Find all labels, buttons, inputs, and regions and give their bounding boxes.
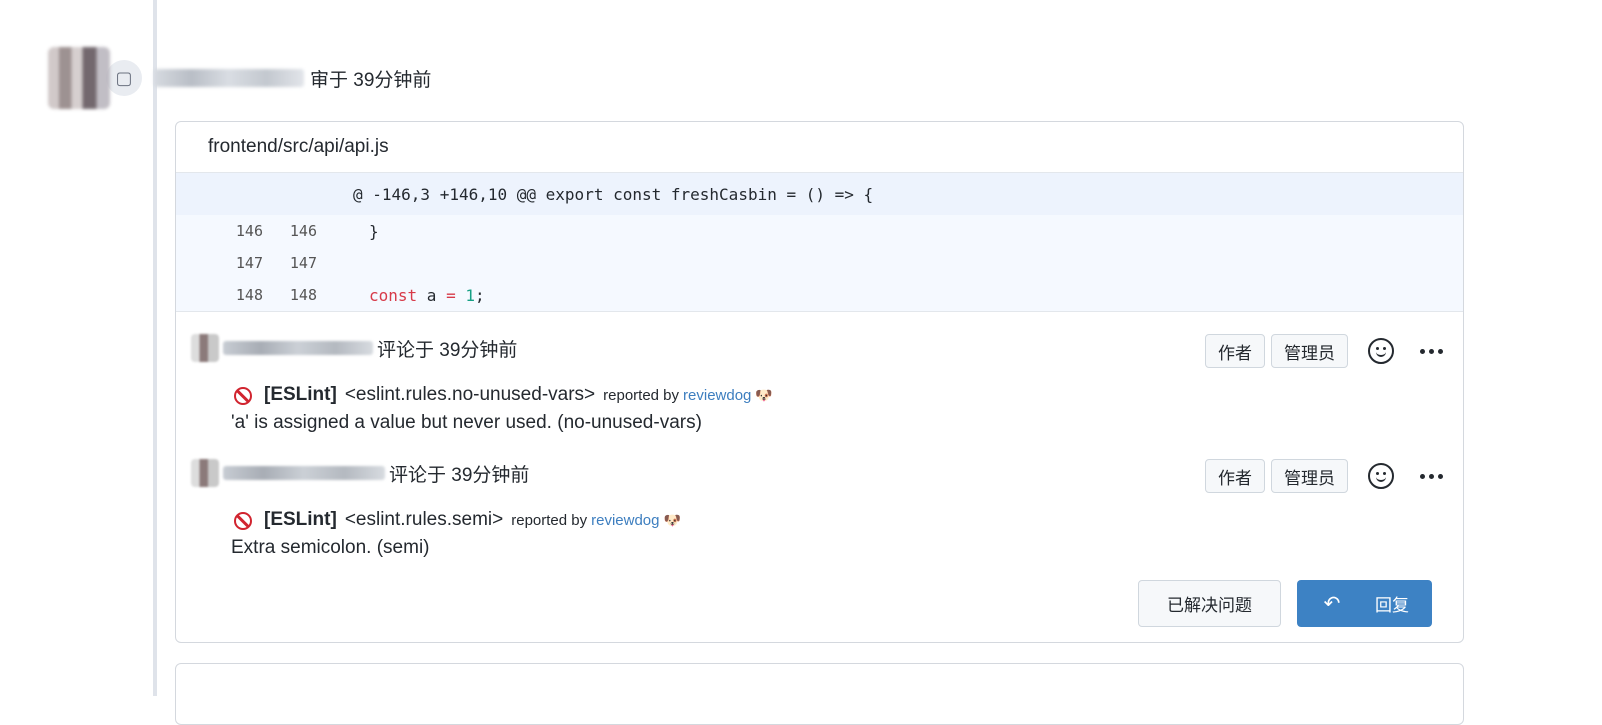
old-line-number: 148 — [235, 286, 263, 304]
comment: 评论于 39分钟前 作者 管理员 [ESLint] <eslint.rules.… — [176, 437, 1463, 562]
reply-button[interactable]: ↶ 回复 — [1297, 580, 1432, 627]
admin-badge: 管理员 — [1271, 334, 1348, 368]
comment-message: Extra semicolon. (semi) — [231, 537, 430, 558]
code-number: 1 — [465, 285, 475, 305]
comment-footer-actions: 已解决问题 ↶ 回复 — [1138, 580, 1432, 627]
comment-timestamp: 评论于 39分钟前 — [389, 464, 530, 486]
review-comment-card: frontend/src/api/api.js @ -146,3 +146,10… — [175, 121, 1464, 643]
commenter-avatar[interactable] — [191, 334, 219, 362]
reviewdog-link[interactable]: reviewdog — [591, 512, 659, 529]
review-timestamp: 审于 39分钟前 — [310, 69, 432, 91]
smiley-icon[interactable] — [1368, 463, 1394, 489]
new-line-number: 147 — [289, 254, 317, 272]
code-snippet: @ -146,3 +146,10 @@ export const freshCa… — [176, 173, 1463, 312]
code-line: 146 146 } — [176, 215, 1463, 247]
ellipsis-icon[interactable] — [1420, 473, 1443, 479]
code-text: } — [369, 221, 379, 241]
dog-emoji-icon: 🐶 — [755, 387, 773, 403]
comment-timestamp: 评论于 39分钟前 — [377, 339, 518, 361]
code-text: const a = 1; — [317, 286, 485, 305]
diff-hunk-header: @ -146,3 +146,10 @@ export const freshCa… — [176, 173, 1463, 215]
code-variable: a — [417, 285, 447, 305]
linter-name: [ESLint] — [264, 384, 337, 405]
commenter-name[interactable] — [223, 466, 385, 480]
author-badge: 作者 — [1205, 334, 1265, 368]
author-badge: 作者 — [1205, 459, 1265, 493]
review-header: ▢ 审于 39分钟前 — [48, 46, 431, 110]
code-operator: = — [446, 285, 456, 305]
old-line-number: 146 — [235, 222, 263, 240]
next-timeline-card — [175, 663, 1464, 725]
code-line: 147 147 — [176, 247, 1463, 279]
comment: 评论于 39分钟前 作者 管理员 [ESLint] <eslint.rules.… — [176, 312, 1463, 437]
rule-name: <eslint.rules.no-unused-vars> — [344, 384, 596, 405]
reviewdog-link[interactable]: reviewdog — [683, 387, 751, 404]
comment-body: [ESLint] <eslint.rules.no-unused-vars> r… — [231, 384, 773, 434]
reply-arrow-icon: ↶ — [1323, 593, 1341, 615]
comment-body: [ESLint] <eslint.rules.semi> reported by… — [231, 509, 681, 559]
commenter-name[interactable] — [223, 341, 373, 355]
dog-emoji-icon: 🐶 — [663, 512, 681, 528]
comment-message: 'a' is assigned a value but never used. … — [231, 412, 702, 433]
linter-name: [ESLint] — [264, 509, 337, 530]
new-line-number: 146 — [289, 222, 317, 240]
resolve-conversation-button[interactable]: 已解决问题 — [1138, 580, 1281, 627]
ban-icon — [234, 387, 252, 405]
comment-actions: 作者 管理员 — [1205, 334, 1443, 368]
code-punctuation: ; — [475, 285, 485, 305]
code-line: 148 148 const a = 1; — [176, 279, 1463, 311]
file-path[interactable]: frontend/src/api/api.js — [176, 122, 1463, 173]
comment-actions: 作者 管理员 — [1205, 459, 1443, 493]
rule-name: <eslint.rules.semi> — [344, 509, 504, 530]
smiley-icon[interactable] — [1368, 338, 1394, 364]
ban-icon — [234, 512, 252, 530]
admin-badge: 管理员 — [1271, 459, 1348, 493]
reply-label: 回复 — [1375, 596, 1409, 615]
commenter-avatar[interactable] — [191, 459, 219, 487]
reviewer-avatar[interactable] — [48, 47, 110, 109]
comment-header: 评论于 39分钟前 — [191, 334, 517, 362]
new-line-number: 148 — [289, 286, 317, 304]
review-icon: ▢ — [106, 60, 142, 96]
old-line-number: 147 — [235, 254, 263, 272]
ellipsis-icon[interactable] — [1420, 348, 1443, 354]
code-keyword: const — [369, 285, 418, 305]
comment-header: 评论于 39分钟前 — [191, 459, 529, 487]
reported-by-label: reported by — [511, 512, 588, 529]
reported-by-label: reported by — [603, 387, 680, 404]
reviewer-name[interactable] — [154, 69, 304, 87]
